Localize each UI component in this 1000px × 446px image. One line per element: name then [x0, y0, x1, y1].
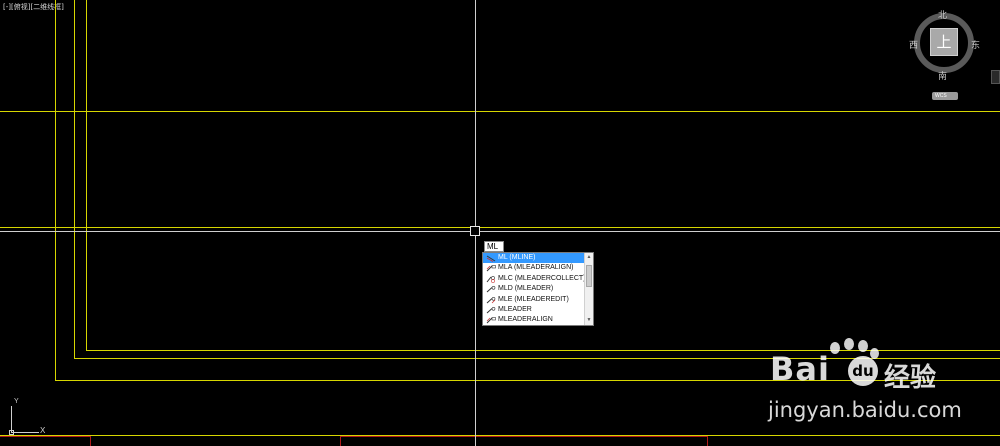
- autocomplete-item-label: MLD (MLEADER): [498, 285, 554, 293]
- navigation-bar-tab[interactable]: [991, 70, 1000, 84]
- autocomplete-scrollbar[interactable]: ▲ ▼: [584, 253, 593, 325]
- watermark-brand: Bai: [770, 350, 830, 388]
- crosshair-horizontal: [0, 231, 1000, 232]
- ucs-y-axis: [11, 406, 12, 433]
- autocomplete-item-label: MLA (MLEADERALIGN): [498, 264, 574, 272]
- baidu-jingyan-watermark: Bai du 经验 jingyan.baidu.com: [766, 338, 986, 428]
- red-drawing-line: [340, 436, 341, 446]
- drawing-line: [0, 227, 1000, 228]
- watermark-chinese: 经验: [884, 363, 937, 393]
- autocomplete-item[interactable]: MLE (MLEADEREDIT): [483, 295, 584, 305]
- paw-logo-icon: [830, 342, 840, 354]
- drawing-line: [0, 111, 1000, 112]
- autocomplete-item-label: MLEADER: [498, 305, 532, 313]
- viewcube[interactable]: 上 北 南 西 东 WCS: [909, 6, 985, 102]
- wcs-menu-button[interactable]: WCS: [932, 92, 958, 100]
- compass-east[interactable]: 东: [971, 38, 980, 51]
- cad-drawing-area[interactable]: [-][俯视][二维线框] ML ML (MLINE) MLA (MLEADERA…: [0, 0, 1000, 446]
- ucs-x-axis: [11, 432, 39, 433]
- command-input[interactable]: ML: [484, 241, 504, 252]
- paw-logo-icon: [844, 338, 854, 350]
- watermark-url: jingyan.baidu.com: [768, 398, 962, 422]
- watermark-du-badge: du: [848, 356, 878, 386]
- ucs-icon: Y X: [4, 398, 54, 438]
- autocomplete-item[interactable]: MLEADERALIGN: [483, 315, 584, 325]
- cursor-pickbox: [470, 226, 480, 236]
- red-drawing-line: [340, 436, 708, 437]
- scroll-thumb[interactable]: [586, 265, 592, 287]
- scroll-down-arrow-icon[interactable]: ▼: [585, 316, 593, 325]
- ucs-y-label: Y: [14, 398, 19, 405]
- drawing-line: [86, 0, 87, 350]
- compass-west[interactable]: 西: [909, 38, 918, 51]
- ucs-origin-box: [9, 430, 14, 435]
- mleader-collect-icon: [486, 275, 496, 283]
- ucs-x-label: X: [40, 426, 46, 435]
- mleader-edit-icon: [486, 296, 496, 304]
- autocomplete-item-label: ML (MLINE): [498, 254, 536, 261]
- autocomplete-item[interactable]: ML (MLINE): [483, 253, 584, 264]
- crosshair-vertical: [475, 0, 476, 446]
- red-drawing-line: [707, 436, 708, 446]
- drawing-line: [55, 0, 56, 380]
- autocomplete-item[interactable]: MLA (MLEADERALIGN): [483, 263, 584, 273]
- autocomplete-item[interactable]: MLC (MLEADERCOLLECT): [483, 274, 586, 284]
- paw-logo-icon: [870, 348, 879, 359]
- mleader-align-icon: [486, 317, 496, 324]
- red-drawing-line: [90, 436, 91, 446]
- autocomplete-item[interactable]: MLEADER: [483, 305, 584, 315]
- autocomplete-item-label: MLC (MLEADERCOLLECT): [498, 274, 586, 282]
- scroll-up-arrow-icon[interactable]: ▲: [585, 253, 593, 262]
- mleader-icon: [486, 306, 496, 314]
- compass-south[interactable]: 南: [938, 69, 947, 82]
- autocomplete-items: ML (MLINE) MLA (MLEADERALIGN) MLC (MLEADER…: [483, 253, 586, 325]
- paw-logo-icon: [858, 340, 868, 352]
- mline-icon: [486, 255, 496, 262]
- autocomplete-item-label: MLEADERALIGN: [498, 316, 553, 324]
- compass-north[interactable]: 北: [938, 8, 947, 21]
- command-autocomplete-list[interactable]: ML (MLINE) MLA (MLEADERALIGN) MLC (MLEADER…: [482, 252, 594, 326]
- mleader-icon: [486, 286, 496, 293]
- viewcube-top-face[interactable]: 上: [930, 28, 958, 56]
- autocomplete-item-label: MLE (MLEADEREDIT): [498, 295, 569, 303]
- drawing-line: [74, 0, 75, 358]
- autocomplete-item[interactable]: MLD (MLEADER): [483, 284, 584, 294]
- mleader-align-icon: [486, 265, 496, 272]
